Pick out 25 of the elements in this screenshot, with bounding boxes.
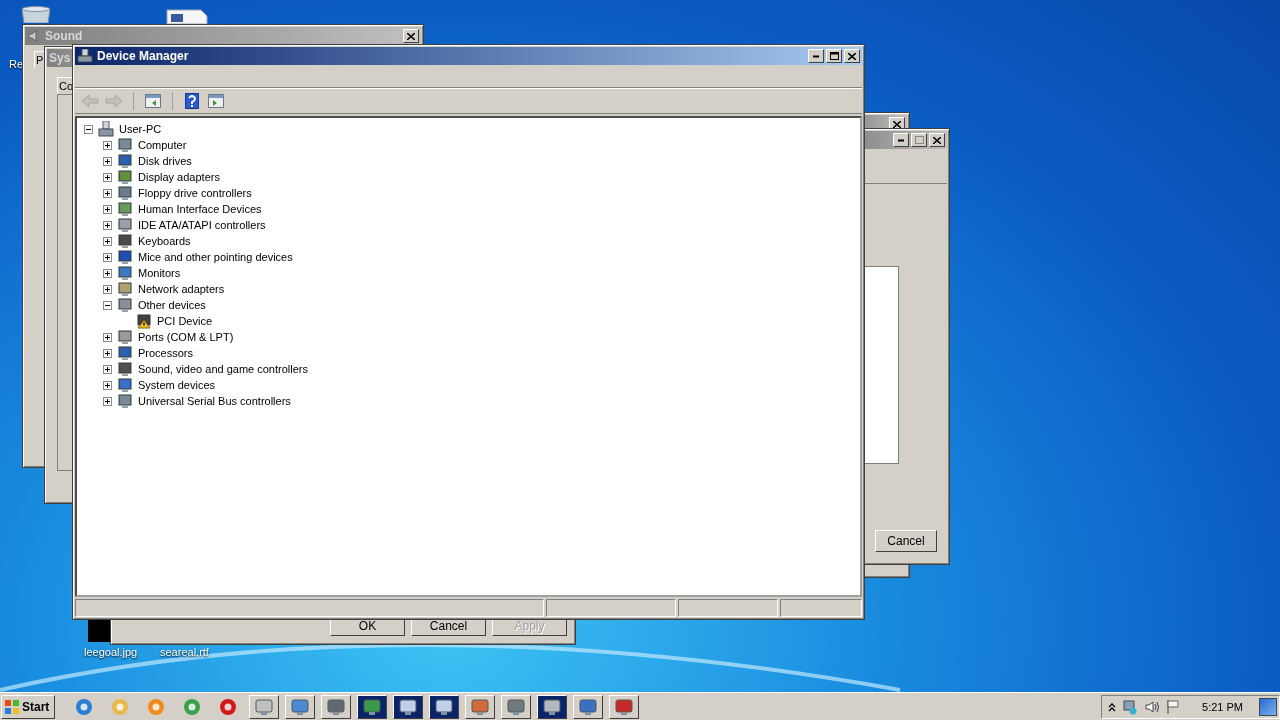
tree-item[interactable]: Processors <box>138 347 194 359</box>
tree-item[interactable]: IDE ATA/ATAPI controllers <box>138 219 266 231</box>
tree-item[interactable]: Mice and other pointing devices <box>138 251 293 263</box>
window-title: Sound <box>45 29 83 43</box>
tree-item[interactable]: Disk drives <box>138 155 192 167</box>
tree-item[interactable]: Floppy drive controllers <box>138 187 252 199</box>
tree-item[interactable]: Other devices <box>138 299 206 311</box>
tree-item[interactable]: Network adapters <box>138 283 225 295</box>
tree-item[interactable]: PCI Device <box>157 315 213 327</box>
clock[interactable]: 5:21 PM <box>1202 700 1243 713</box>
tree-item[interactable]: System devices <box>138 379 216 391</box>
tree-item[interactable]: Universal Serial Bus controllers <box>138 395 291 407</box>
tree-item[interactable]: Monitors <box>138 267 181 279</box>
tree-item[interactable]: Keyboards <box>138 235 191 247</box>
window-title: Device Manager <box>97 49 189 63</box>
tree-item[interactable]: Sound, video and game controllers <box>138 363 308 375</box>
cancel-button[interactable]: Cancel <box>875 530 937 552</box>
tree-item[interactable]: Computer <box>138 139 187 151</box>
window-title: Sys <box>49 51 71 65</box>
desktop-icon-label[interactable]: Re <box>9 58 24 70</box>
tree-item[interactable]: Ports (COM & LPT) <box>138 331 234 343</box>
start-button[interactable]: Start <box>1 694 55 719</box>
tree-item[interactable]: User-PC <box>119 123 162 135</box>
tree-item[interactable]: Display adapters <box>138 171 220 183</box>
tree-item[interactable]: Human Interface Devices <box>138 203 262 215</box>
